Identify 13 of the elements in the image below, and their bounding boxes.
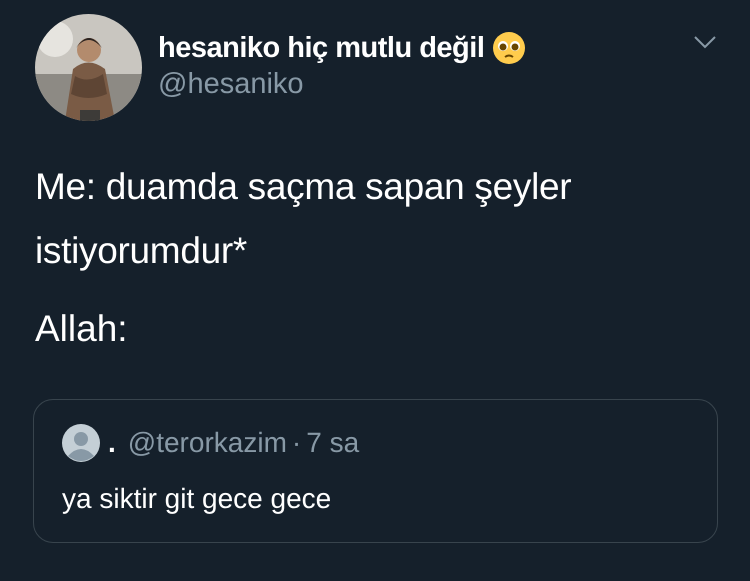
default-avatar-icon	[62, 424, 100, 462]
user-handle: @terorkazim	[128, 426, 287, 460]
timestamp: 7 sa	[306, 426, 360, 460]
pleading-emoji-icon	[492, 31, 526, 65]
user-handle[interactable]: @hesaniko	[158, 66, 717, 102]
tweet-text: Allah:	[35, 307, 129, 351]
display-name: .	[108, 426, 116, 460]
chevron-down-icon[interactable]	[693, 35, 717, 49]
tweet-text: Me: duamda saçma sapan şeyler istiyorumdur*	[35, 165, 572, 273]
quoted-tweet-text: ya siktir git gece gece	[62, 482, 332, 516]
display-name[interactable]: hesaniko hiç mutlu değil	[158, 30, 484, 66]
quoted-tweet-card[interactable]: . @terorkazim · 7 sa ya siktir git gece gece	[33, 399, 718, 543]
separator: ·	[292, 426, 302, 460]
